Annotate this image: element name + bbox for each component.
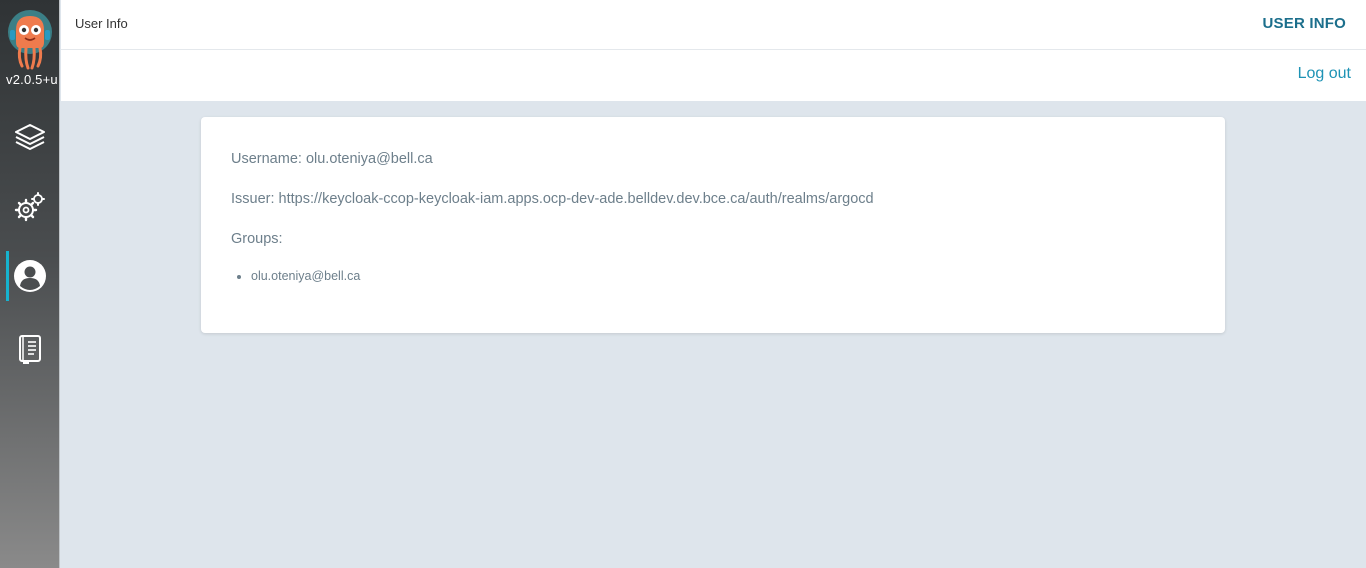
issuer-field: Issuer: https://keycloak-ccop-keycloak-i…: [231, 191, 874, 207]
layers-icon: [15, 124, 45, 150]
toolbar: Log out: [61, 50, 1366, 101]
sidebar-item-settings[interactable]: [0, 182, 60, 232]
username-field: Username: olu.oteniya@bell.ca: [231, 151, 433, 167]
argo-logo[interactable]: [6, 8, 54, 72]
book-icon: [19, 335, 41, 364]
page-title: User Info: [75, 16, 128, 31]
groups-list: olu.oteniya@bell.ca: [251, 269, 360, 283]
sidebar-item-user-info[interactable]: [0, 251, 60, 301]
sidebar-item-docs[interactable]: [0, 324, 60, 374]
logout-button[interactable]: Log out: [1298, 65, 1351, 83]
gears-icon: [14, 192, 45, 222]
sidebar: v2.0.5+u: [0, 0, 60, 568]
user-info-card: Username: olu.oteniya@bell.ca Issuer: ht…: [201, 117, 1225, 333]
group-item: olu.oteniya@bell.ca: [251, 269, 360, 283]
user-info-link[interactable]: USER INFO: [1263, 15, 1346, 32]
groups-label: Groups:: [231, 231, 283, 247]
version-label: v2.0.5+u: [6, 72, 58, 87]
user-circle-icon: [14, 260, 46, 292]
top-bar: User Info USER INFO: [61, 0, 1366, 50]
sidebar-item-applications[interactable]: [0, 112, 60, 162]
